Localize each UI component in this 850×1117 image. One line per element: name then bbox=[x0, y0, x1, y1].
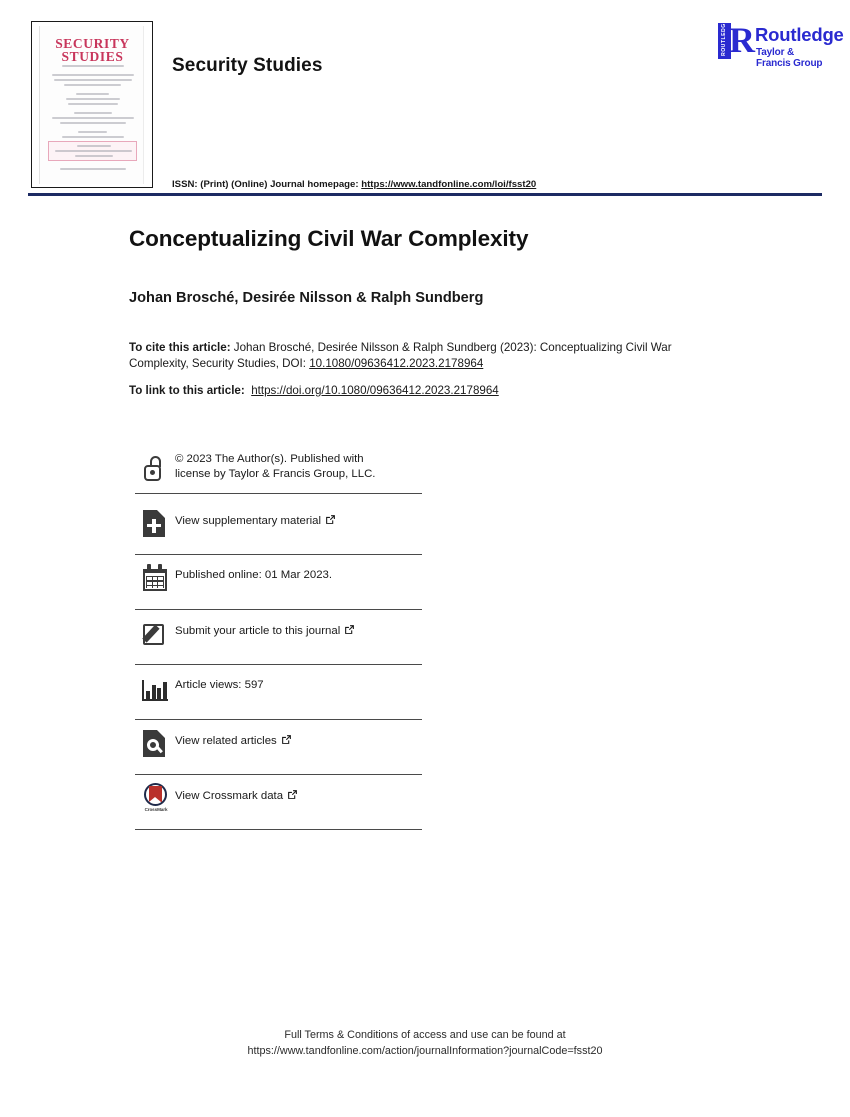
bar-chart-icon bbox=[142, 673, 172, 705]
journal-cover-thumbnail[interactable]: SECURITY STUDIES bbox=[31, 21, 153, 188]
submit-article-label: Submit your article to this journal bbox=[175, 625, 341, 637]
article-title: Conceptualizing Civil War Complexity bbox=[129, 226, 529, 251]
submit-article-link[interactable]: Submit your article to this journal bbox=[175, 623, 355, 639]
cover-text-line bbox=[62, 65, 124, 67]
related-articles-label: View related articles bbox=[175, 735, 277, 747]
cover-text-line bbox=[68, 103, 118, 105]
routledge-name: Routledge bbox=[755, 24, 844, 45]
cover-text-line bbox=[52, 117, 134, 119]
list-item: Published online: 01 Mar 2023. bbox=[135, 555, 425, 610]
supplementary-material-link[interactable]: View supplementary material bbox=[175, 513, 336, 529]
routledge-tagline: Taylor & Francis Group bbox=[756, 47, 823, 69]
list-item[interactable]: View supplementary material bbox=[135, 500, 425, 555]
list-item[interactable]: CrossMark View Crossmark data bbox=[135, 775, 425, 830]
cover-text-line bbox=[75, 155, 113, 157]
cover-text-line bbox=[55, 150, 132, 152]
cover-text-line bbox=[78, 131, 107, 133]
row-divider bbox=[135, 493, 422, 494]
journal-header: SECURITY STUDIES Security Studies ISSN: … bbox=[0, 0, 850, 200]
footer-line2[interactable]: https://www.tandfonline.com/action/journ… bbox=[0, 1044, 850, 1060]
header-divider bbox=[28, 193, 822, 196]
issn-label: ISSN: (Print) (Online) Journal homepage: bbox=[172, 179, 362, 190]
cover-text-line bbox=[76, 93, 109, 95]
article-doi-link[interactable]: https://doi.org/10.1080/09636412.2023.21… bbox=[251, 384, 499, 397]
link-label: To link to this article: bbox=[129, 384, 245, 397]
article-authors: Johan Brosché, Desirée Nilsson & Ralph S… bbox=[129, 290, 484, 306]
published-online-text: Published online: 01 Mar 2023. bbox=[175, 569, 333, 581]
cover-text-line bbox=[62, 136, 124, 138]
cover-text-line bbox=[66, 98, 120, 100]
document-plus-icon bbox=[142, 508, 172, 540]
related-articles-link[interactable]: View related articles bbox=[175, 733, 292, 749]
cover-text-line bbox=[60, 168, 126, 170]
routledge-r-mark: R bbox=[729, 20, 755, 60]
cite-doi-link[interactable]: 10.1080/09636412.2023.2178964 bbox=[309, 357, 483, 370]
list-item[interactable]: Submit your article to this journal bbox=[135, 610, 425, 665]
page-footer: Full Terms & Conditions of access and us… bbox=[0, 1028, 850, 1059]
list-item[interactable]: View related articles bbox=[135, 720, 425, 775]
crossmark-link[interactable]: View Crossmark data bbox=[175, 788, 298, 804]
pencil-square-icon bbox=[142, 618, 172, 650]
cover-highlight-box bbox=[48, 141, 137, 161]
article-metadata-list: © 2023 The Author(s). Published with lic… bbox=[135, 445, 425, 830]
cite-label: To cite this article: bbox=[129, 341, 231, 354]
cover-page: SECURITY STUDIES bbox=[39, 26, 144, 184]
article-views-text: Article views: 597 bbox=[175, 679, 264, 691]
routledge-logo: ROUTLEDGE R Routledge Taylor & Francis G… bbox=[718, 19, 844, 69]
external-link-icon bbox=[344, 624, 355, 640]
copyright-text: © 2023 The Author(s). Published with lic… bbox=[175, 452, 425, 482]
crossmark-caption: CrossMark bbox=[144, 807, 168, 812]
external-link-icon bbox=[281, 734, 292, 750]
journal-title: Security Studies bbox=[172, 55, 323, 76]
copyright-line1: © 2023 The Author(s). Published with bbox=[175, 453, 364, 465]
calendar-icon bbox=[142, 563, 172, 595]
journal-homepage-link[interactable]: https://www.tandfonline.com/loi/fsst20 bbox=[361, 179, 536, 190]
cover-title-line2: STUDIES bbox=[61, 49, 124, 64]
row-divider bbox=[135, 829, 422, 830]
external-link-icon bbox=[287, 789, 298, 805]
cover-text-line bbox=[74, 112, 112, 114]
citation-block: To cite this article: Johan Brosché, Des… bbox=[129, 340, 729, 372]
cover-text-line bbox=[54, 79, 132, 81]
open-access-lock-icon bbox=[142, 453, 172, 485]
cover-text-line bbox=[60, 122, 126, 124]
crossmark-label: View Crossmark data bbox=[175, 790, 284, 802]
list-item: Article views: 597 bbox=[135, 665, 425, 720]
crossmark-icon: CrossMark bbox=[142, 783, 172, 815]
cover-text-line bbox=[52, 74, 134, 76]
cover-title: SECURITY STUDIES bbox=[40, 37, 145, 64]
external-link-icon bbox=[325, 514, 336, 530]
issn-homepage-line: ISSN: (Print) (Online) Journal homepage:… bbox=[172, 179, 536, 190]
footer-line1: Full Terms & Conditions of access and us… bbox=[284, 1029, 566, 1041]
document-search-icon bbox=[142, 728, 172, 760]
copyright-line2: license by Taylor & Francis Group, LLC. bbox=[175, 468, 376, 480]
list-item: © 2023 The Author(s). Published with lic… bbox=[135, 445, 425, 500]
cover-text-line bbox=[64, 84, 121, 86]
cover-text-line bbox=[77, 145, 111, 147]
link-block: To link to this article: https://doi.org… bbox=[129, 383, 729, 399]
supplementary-material-label: View supplementary material bbox=[175, 515, 322, 527]
